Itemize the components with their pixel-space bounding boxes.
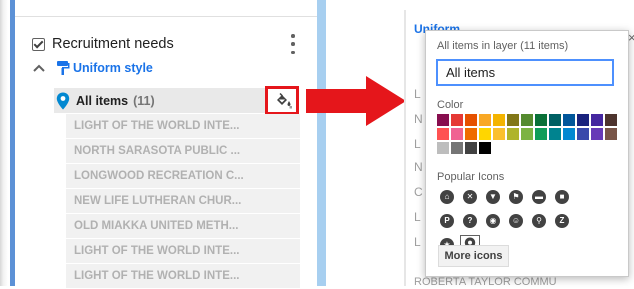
- color-swatch[interactable]: [563, 128, 575, 140]
- color-swatch[interactable]: [535, 128, 547, 140]
- list-item[interactable]: LIGHT OF THE WORLD INTE...: [66, 114, 300, 138]
- color-swatch[interactable]: [549, 128, 561, 140]
- paint-roller-icon: [57, 61, 70, 75]
- color-swatch[interactable]: [479, 128, 491, 140]
- divider: [15, 16, 317, 17]
- color-swatch[interactable]: [605, 114, 617, 126]
- layer-panel: Recruitment needs Uniform style All item…: [0, 0, 326, 289]
- icon-glyph: ☺: [509, 214, 523, 228]
- color-swatch[interactable]: [605, 128, 617, 140]
- list-item[interactable]: NORTH SARASOTA PUBLIC ...: [66, 139, 300, 163]
- color-swatch[interactable]: [591, 128, 603, 140]
- parking-icon[interactable]: P: [437, 211, 457, 231]
- layer-header: Recruitment needs: [32, 32, 302, 56]
- restaurant-icon[interactable]: ✕: [460, 187, 480, 207]
- style-row: Uniform style: [32, 58, 153, 78]
- color-swatch[interactable]: [451, 114, 463, 126]
- map-pin-icon: [56, 92, 70, 109]
- more-icons-button[interactable]: More icons: [438, 245, 509, 267]
- icon-glyph: ◉: [486, 214, 500, 228]
- color-swatch[interactable]: [521, 114, 533, 126]
- transit-icon[interactable]: Z: [552, 211, 572, 231]
- home-icon[interactable]: ⌂: [437, 187, 457, 207]
- backdrop-item-letter: L: [414, 235, 421, 249]
- icon-glyph: P: [440, 214, 454, 228]
- color-label: Color: [437, 99, 464, 111]
- backdrop-item: ROBERTA TAYLOR COMMU: [414, 276, 557, 288]
- icon-glyph: ▼: [486, 190, 500, 204]
- color-swatch[interactable]: [437, 142, 449, 154]
- color-swatch[interactable]: [437, 114, 449, 126]
- help-icon[interactable]: ?: [460, 211, 480, 231]
- icon-glyph: ✕: [463, 190, 477, 204]
- backdrop-item-letter: L: [414, 87, 421, 101]
- color-swatch[interactable]: [493, 114, 505, 126]
- icon-glyph: Z: [555, 214, 569, 228]
- group-count: (11): [133, 93, 155, 108]
- icon-glyph: ▬: [532, 190, 546, 204]
- color-swatch[interactable]: [465, 114, 477, 126]
- panel-shadow: [0, 0, 8, 286]
- icon-glyph: ⚲: [532, 214, 546, 228]
- icon-glyph: ⌂: [440, 190, 454, 204]
- red-arrow-icon: [306, 76, 406, 126]
- color-swatch[interactable]: [535, 114, 547, 126]
- color-swatch[interactable]: [521, 128, 533, 140]
- list-item[interactable]: LONGWOOD RECREATION C...: [66, 164, 300, 188]
- color-swatch[interactable]: [479, 142, 491, 154]
- backdrop-item-letter: N: [414, 112, 423, 126]
- color-palette: [437, 114, 621, 154]
- list-item[interactable]: OLD MIAKKA UNITED METH...: [66, 214, 300, 238]
- popup-header: All items in layer (11 items): [437, 40, 569, 52]
- color-swatch[interactable]: [451, 128, 463, 140]
- icon-glyph: ⚑: [509, 190, 523, 204]
- color-swatch[interactable]: [479, 114, 491, 126]
- cycling-icon[interactable]: ⚲: [529, 211, 549, 231]
- color-swatch[interactable]: [549, 114, 561, 126]
- close-icon[interactable]: ×: [628, 30, 634, 45]
- color-swatch[interactable]: [591, 114, 603, 126]
- color-swatch[interactable]: [577, 128, 589, 140]
- map-edge: [317, 0, 326, 286]
- shopping-bag-icon[interactable]: ■: [552, 187, 572, 207]
- bus-icon[interactable]: ▬: [529, 187, 549, 207]
- items-list: LIGHT OF THE WORLD INTE... NORTH SARASOTA…: [66, 114, 300, 289]
- color-swatch[interactable]: [577, 114, 589, 126]
- list-item[interactable]: LIGHT OF THE WORLD INTE...: [66, 239, 300, 263]
- layer-accent-bar: [10, 0, 15, 286]
- icon-glyph: ?: [463, 214, 477, 228]
- paint-bucket-icon[interactable]: [274, 93, 292, 109]
- walking-icon[interactable]: ☺: [506, 211, 526, 231]
- backdrop-item-letter: L: [414, 137, 421, 151]
- color-swatch[interactable]: [451, 142, 463, 154]
- cocktail-icon[interactable]: ▼: [483, 187, 503, 207]
- list-item[interactable]: LIGHT OF THE WORLD INTE...: [66, 264, 300, 288]
- color-swatch[interactable]: [563, 114, 575, 126]
- chevron-up-icon[interactable]: [32, 61, 46, 75]
- checkbox-checked-icon[interactable]: [32, 37, 45, 51]
- layer-name[interactable]: Recruitment needs: [52, 36, 174, 52]
- icon-glyph: ■: [555, 190, 569, 204]
- more-vert-icon[interactable]: [290, 34, 296, 54]
- color-swatch[interactable]: [507, 128, 519, 140]
- color-swatch[interactable]: [507, 114, 519, 126]
- color-swatch[interactable]: [437, 128, 449, 140]
- backdrop-item-letter: N: [414, 160, 423, 174]
- list-item[interactable]: NEW LIFE LUTHERAN CHUR...: [66, 189, 300, 213]
- backdrop-item-letter: C: [414, 185, 423, 199]
- all-items-group[interactable]: All items (11): [54, 88, 299, 113]
- flag-icon[interactable]: ⚑: [506, 187, 526, 207]
- icons-label: Popular Icons: [437, 171, 505, 183]
- group-name-input[interactable]: [436, 59, 614, 86]
- group-label: All items: [76, 93, 129, 108]
- color-swatch[interactable]: [493, 128, 505, 140]
- backdrop-item-letter: L: [414, 210, 421, 224]
- camera-icon[interactable]: ◉: [483, 211, 503, 231]
- style-button-highlight[interactable]: [265, 86, 299, 115]
- color-swatch[interactable]: [465, 128, 477, 140]
- color-swatch[interactable]: [465, 142, 477, 154]
- uniform-style-link[interactable]: Uniform style: [73, 61, 153, 75]
